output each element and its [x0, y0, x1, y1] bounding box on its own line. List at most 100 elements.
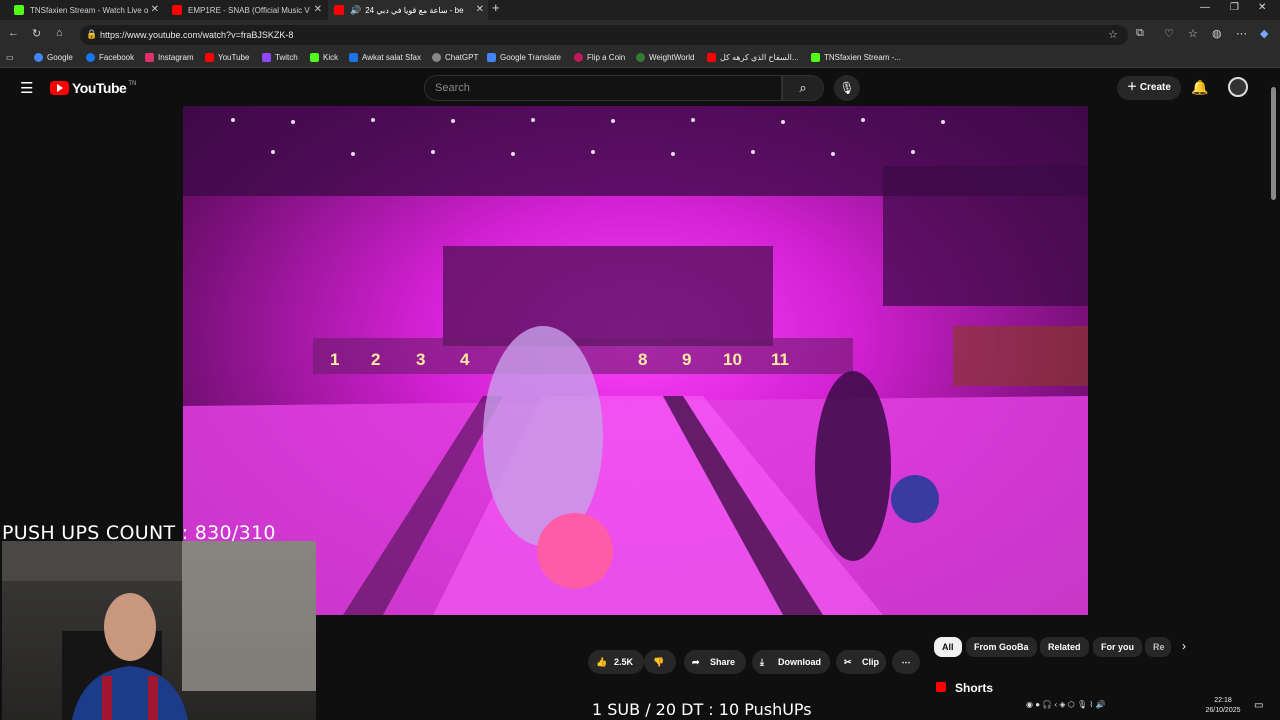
bookmark-twitch[interactable]: Twitch — [262, 53, 298, 62]
share-button[interactable]: ➦ Share — [684, 650, 746, 674]
bookmark-arabic-video[interactable]: السفاح الذي كرهه كل... — [707, 53, 799, 62]
like-button[interactable]: 👍 2.5K — [588, 650, 644, 674]
address-bar[interactable]: 🔒 https://www.youtube.com/watch?v=fraBJS… — [80, 25, 1128, 45]
menu-icon[interactable]: ☰ — [20, 79, 33, 97]
more-icon: ⋯ — [901, 657, 911, 667]
youtube-logo[interactable]: YouTube TN — [50, 80, 136, 96]
voice-search-button[interactable]: 🎙 — [834, 75, 860, 101]
bookmark-label: YouTube — [218, 53, 250, 62]
clip-button[interactable]: ✂ Clip — [836, 650, 886, 674]
close-icon[interactable]: ✕ — [151, 4, 159, 15]
chevron-right-icon[interactable]: › — [1182, 639, 1186, 653]
chip-recent[interactable]: Re — [1145, 637, 1171, 657]
bookmark-label: WeightWorld — [649, 53, 695, 62]
tab-label: 24 ساعة مع قويا في دبي - be — [365, 5, 464, 15]
bookmark-awkat-salat[interactable]: Awkat salat Sfax — [349, 53, 421, 62]
refresh-icon[interactable]: ↻ — [32, 27, 41, 40]
new-tab-button[interactable]: + — [492, 0, 500, 15]
search-icon: ⌕ — [799, 80, 807, 95]
tab-current-video[interactable]: 🔊 24 ساعة مع قويا في دبي - be ✕ — [328, 0, 488, 20]
more-menu-icon[interactable]: ⋯ — [1236, 27, 1247, 40]
bookmark-site-icon — [349, 53, 358, 62]
volume-icon[interactable]: 🔊 — [1096, 700, 1106, 709]
lane-number: 2 — [371, 350, 381, 369]
webcam-frame — [2, 541, 316, 720]
bookmark-weightworld[interactable]: WeightWorld — [636, 53, 695, 62]
bookmark-tnsfaxien[interactable]: TNSfaxien Stream -... — [811, 53, 901, 62]
video-player[interactable]: 1 2 3 4 8 9 10 11 — [183, 106, 1088, 615]
taskbar-clock[interactable]: 22:18 26/10/2025 — [1200, 696, 1246, 716]
tray-app-icon[interactable]: ◉ — [1026, 700, 1033, 709]
dislike-button[interactable]: 👎 — [644, 650, 676, 674]
youtube-play-icon — [50, 81, 69, 95]
lock-icon: 🔒 — [86, 29, 98, 39]
speaker-icon[interactable]: 🔊 — [350, 5, 361, 16]
tray-app-icon[interactable]: ◈ — [1059, 700, 1065, 709]
chip-related[interactable]: Related — [1040, 637, 1089, 657]
minimize-button[interactable]: — — [1200, 2, 1210, 13]
more-actions-button[interactable]: ⋯ — [892, 650, 920, 674]
clock-date: 26/10/2025 — [1205, 707, 1241, 714]
share-icon: ➦ — [692, 657, 700, 667]
youtube-icon — [205, 53, 214, 62]
chatgpt-icon — [432, 53, 441, 62]
bookmark-google-translate[interactable]: Google Translate — [487, 53, 561, 62]
lane-number: 10 — [723, 350, 742, 369]
browser-essentials-icon[interactable]: ♡ — [1164, 27, 1174, 40]
extensions-icon[interactable]: ⧉ — [1136, 27, 1144, 40]
download-button[interactable]: ⤓ Download — [752, 650, 830, 674]
tab-tnsfaxien[interactable]: TNSfaxien Stream - Watch Live o ✕ — [8, 0, 163, 20]
create-button[interactable]: ＋ Create — [1117, 76, 1181, 100]
favorites-icon[interactable]: ☆ — [1188, 27, 1198, 40]
coin-icon — [574, 53, 583, 62]
bookmark-facebook[interactable]: Facebook — [86, 53, 134, 62]
search-button[interactable]: ⌕ — [782, 75, 824, 101]
search-input[interactable]: Search — [424, 75, 782, 101]
chip-from-gooba[interactable]: From GooBa — [966, 637, 1037, 657]
wifi-icon[interactable]: ⌇ — [1089, 700, 1093, 709]
home-icon[interactable]: ⌂ — [56, 27, 63, 39]
microphone-icon[interactable]: 🎙 — [1077, 700, 1087, 709]
favorite-star-icon[interactable]: ☆ — [1108, 28, 1118, 41]
subs-pushup-rule: 1 SUB / 20 DT : 10 PushUPs — [592, 700, 812, 719]
profile-icon[interactable]: ◍ — [1212, 27, 1222, 40]
avatar[interactable] — [1228, 77, 1248, 97]
chip-all[interactable]: All — [934, 637, 962, 657]
tray-chevron-icon[interactable]: ‹ — [1055, 700, 1058, 709]
download-icon: ⤓ — [760, 657, 764, 667]
bookmark-chatgpt[interactable]: ChatGPT — [432, 53, 478, 62]
back-icon[interactable]: ← — [8, 27, 19, 39]
headset-icon[interactable]: 🎧 — [1042, 700, 1052, 709]
lane-number: 8 — [638, 350, 648, 369]
bookmarks-bar: ▭ Google Facebook Instagram YouTube Twit… — [0, 50, 1280, 68]
bookmark-label: Instagram — [158, 53, 194, 62]
tray-app-icon[interactable]: ⬡ — [1068, 700, 1075, 709]
share-label: Share — [710, 657, 736, 667]
bookmark-flip-a-coin[interactable]: Flip a Coin — [574, 53, 625, 62]
close-icon[interactable]: ✕ — [314, 4, 322, 15]
bookmark-google[interactable]: Google — [34, 53, 73, 62]
clock-time: 22:18 — [1214, 697, 1232, 704]
page-scrollbar[interactable] — [1268, 69, 1280, 689]
tab-emp1re[interactable]: EMP1RE - SNAB (Official Music V ✕ — [166, 0, 326, 20]
tab-label: EMP1RE - SNAB (Official Music V — [188, 5, 310, 15]
bookmark-instagram[interactable]: Instagram — [145, 53, 194, 62]
tray-app-icon[interactable]: ● — [1035, 700, 1040, 709]
notification-center-icon[interactable]: ▭ — [1254, 700, 1263, 711]
youtube-icon — [334, 5, 344, 15]
bookmark-youtube[interactable]: YouTube — [205, 53, 249, 62]
scrollbar-thumb[interactable] — [1271, 87, 1276, 200]
kick-icon — [14, 5, 24, 15]
close-icon[interactable]: ✕ — [476, 4, 484, 15]
maximize-button[interactable]: ❐ — [1230, 2, 1239, 13]
bookmark-kick[interactable]: Kick — [310, 53, 338, 62]
chip-for-you[interactable]: For you — [1093, 637, 1142, 657]
bookmark-label: Flip a Coin — [587, 53, 626, 62]
download-label: Download — [778, 657, 821, 667]
copilot-icon[interactable]: ◆ — [1260, 27, 1268, 40]
url-text[interactable]: https://www.youtube.com/watch?v=fraBJSKZ… — [100, 30, 293, 40]
translate-icon — [487, 53, 496, 62]
window-close-button[interactable]: ✕ — [1258, 2, 1266, 13]
sidebar-toggle-icon[interactable]: ▭ — [6, 53, 14, 62]
notifications-bell-icon[interactable]: 🔔 — [1191, 79, 1208, 96]
